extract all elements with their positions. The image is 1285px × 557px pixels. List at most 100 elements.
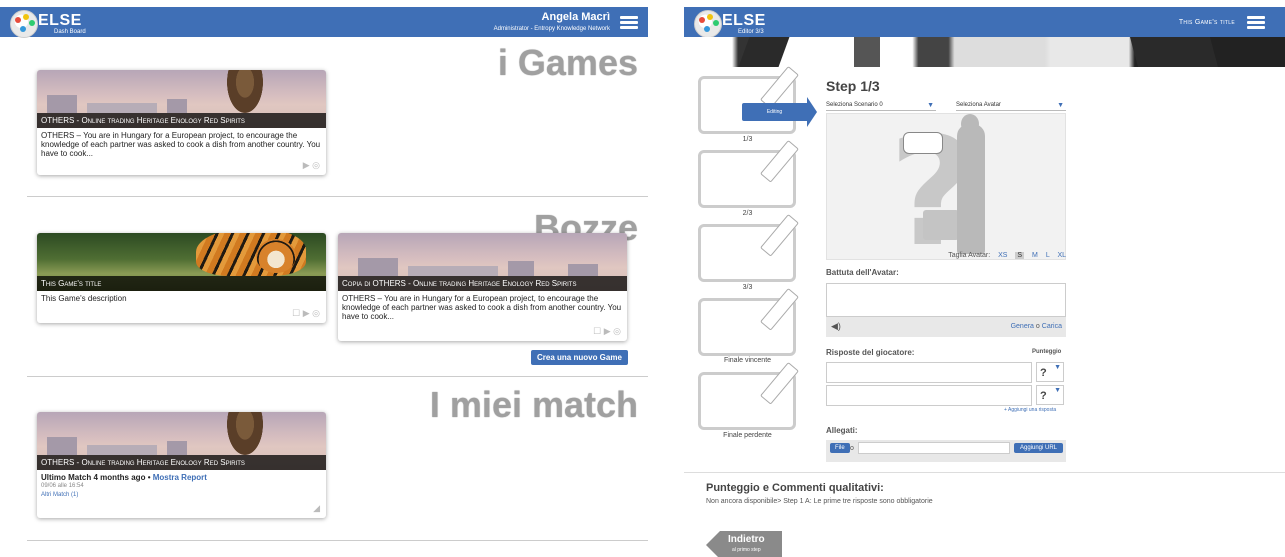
avatar-select[interactable]: Seleziona Avatar ▼: [956, 101, 1066, 111]
generate-upload-links: Genera o Carica: [1011, 323, 1062, 330]
back-button[interactable]: Indietro al primo step: [706, 531, 782, 557]
game-card-image: OTHERS - Online trading Heritage Enology…: [37, 70, 326, 128]
draft-card-image: Copia di OTHERS - Online trading Heritag…: [338, 233, 627, 291]
speech-bubble-icon[interactable]: [903, 132, 943, 154]
draft-card-image: This Game's title: [37, 233, 326, 291]
user-role: Administrator - Entropy Knowledge Networ…: [493, 26, 610, 32]
step-label-win: Finale vincente: [723, 357, 772, 364]
section-title-match: I miei match: [429, 384, 638, 425]
avatar-silhouette: [957, 124, 985, 254]
match-card-title: OTHERS - Online trading Heritage Enology…: [37, 455, 326, 470]
logo-badge-icon: [694, 10, 722, 38]
divider: [27, 196, 648, 197]
audio-bar: ◀) Genera o Carica: [826, 317, 1066, 337]
draft-card-description: This Game's description: [41, 294, 127, 303]
generate-link[interactable]: Genera: [1011, 323, 1034, 330]
play-icon[interactable]: ▶ ◎: [303, 160, 320, 171]
match-card-image: OTHERS - Online trading Heritage Enology…: [37, 412, 326, 470]
speaker-icon[interactable]: ◀): [831, 321, 841, 332]
divider: [684, 472, 1285, 473]
game-card-description: OTHERS – You are in Hungary for a Europe…: [41, 131, 321, 158]
score-select-2[interactable]: ? ▼: [1036, 385, 1064, 405]
draft-card[interactable]: This Game's title This Game's descriptio…: [37, 233, 326, 323]
attachments-label: Allegati:: [826, 426, 858, 435]
attachments-bar: File o Aggiungi URL: [826, 440, 1066, 462]
game-card-title: OTHERS - Online trading Heritage Enology…: [37, 113, 326, 128]
score-select-1[interactable]: ? ▼: [1036, 362, 1064, 382]
else-logo[interactable]: ELSE Dash Board: [10, 8, 90, 48]
chevron-down-icon: ▼: [927, 102, 934, 109]
score-value-2: ?: [1040, 390, 1047, 402]
avatar-size-row: Taglia Avatar: XS S M L XL: [826, 252, 1066, 259]
chevron-down-icon: ▼: [1054, 387, 1061, 394]
size-option-l[interactable]: L: [1046, 252, 1050, 259]
logo-badge-icon: [10, 10, 38, 38]
match-date: 09/06 alle 16:54: [41, 483, 84, 489]
step-thumbnail-win[interactable]: [698, 288, 799, 356]
draft-card-title: Copia di OTHERS - Online trading Heritag…: [338, 276, 627, 291]
add-response-link[interactable]: + Aggiungi una risposta: [1004, 407, 1056, 413]
step-thumbnail-lose[interactable]: [698, 362, 799, 430]
logo-name: ELSE: [722, 12, 766, 29]
upload-link[interactable]: Carica: [1042, 323, 1062, 330]
url-input[interactable]: [858, 442, 1010, 454]
step-thumbnail-3[interactable]: [698, 214, 799, 282]
score-label: Punteggio: [1032, 349, 1062, 355]
draft-card-description: OTHERS – You are in Hungary for a Europe…: [342, 294, 622, 321]
logo-name: ELSE: [38, 12, 82, 29]
game-title: This Game's title: [1178, 19, 1235, 26]
avatar-preview[interactable]: ?: [826, 113, 1066, 260]
step-label-lose: Finale perdente: [723, 432, 772, 439]
back-sublabel: al primo step: [732, 547, 761, 553]
avatar-line-label: Battuta dell'Avatar:: [826, 268, 899, 277]
avatar-select-value: Seleziona Avatar: [956, 102, 1001, 108]
editor-header: ELSE Editor 3/3 This Game's title: [684, 7, 1285, 38]
size-option-s[interactable]: S: [1015, 252, 1025, 259]
size-option-m[interactable]: M: [1032, 252, 1038, 259]
game-card[interactable]: OTHERS - Online trading Heritage Enology…: [37, 70, 326, 175]
avatar-size-label: Taglia Avatar:: [948, 252, 991, 259]
hamburger-menu-icon[interactable]: [620, 16, 638, 30]
step-label-1: 1/3: [742, 136, 753, 143]
chair-shape: [923, 210, 959, 240]
other-matches-link[interactable]: Altri Match (1): [41, 491, 322, 500]
logo-subtitle: Editor 3/3: [738, 29, 764, 35]
match-card[interactable]: OTHERS - Online trading Heritage Enology…: [37, 412, 326, 518]
edit-play-icons[interactable]: ☐ ▶ ◎: [593, 326, 621, 337]
step-heading: Step 1/3: [826, 78, 880, 94]
draft-card[interactable]: Copia di OTHERS - Online trading Heritag…: [338, 233, 627, 341]
scenario-select[interactable]: Seleziona Scenario 0 ▼: [826, 101, 936, 111]
response-textarea-1[interactable]: [826, 362, 1032, 383]
add-url-button[interactable]: Aggiungi URL: [1014, 443, 1064, 453]
user-name[interactable]: Angela Macrì: [542, 11, 610, 23]
back-label: Indietro: [728, 534, 765, 545]
dashboard-panel: ELSE Dash Board Angela Macrì Administrat…: [0, 0, 648, 557]
or-text: o: [850, 445, 854, 452]
chevron-down-icon: ▼: [1054, 364, 1061, 371]
score-value-1: ?: [1040, 367, 1047, 379]
comments-title: Punteggio e Commenti qualitativi:: [706, 482, 884, 494]
last-match-line: Ultimo Match 4 months ago • Mostra Repor…: [41, 473, 207, 482]
draft-card-title: This Game's title: [37, 276, 326, 291]
responses-label: Risposte del giocatore:: [826, 348, 915, 357]
header-banner-image: [684, 37, 1285, 67]
divider: [27, 540, 648, 541]
step-label-3: 3/3: [742, 284, 753, 291]
edit-play-icons[interactable]: ☐ ▶ ◎: [292, 308, 320, 319]
size-option-xs[interactable]: XS: [998, 252, 1007, 259]
file-button[interactable]: File: [830, 443, 850, 453]
show-report-link[interactable]: Mostra Report: [153, 473, 207, 482]
dashboard-header: ELSE Dash Board Angela Macrì Administrat…: [0, 7, 648, 38]
scenario-select-value: Seleziona Scenario 0: [826, 102, 883, 108]
response-textarea-2[interactable]: [826, 385, 1032, 406]
step-thumbnail-2[interactable]: [698, 140, 799, 208]
hamburger-menu-icon[interactable]: [1247, 16, 1265, 30]
avatar-line-textarea[interactable]: [826, 283, 1066, 317]
or-text: o: [1035, 323, 1040, 330]
create-game-button[interactable]: Crea una nuovo Game: [531, 350, 628, 365]
stats-icon[interactable]: ◢: [313, 503, 320, 514]
size-option-xl[interactable]: XL: [1057, 252, 1066, 259]
section-title-games: i Games: [497, 42, 638, 83]
step-label-2: 2/3: [742, 210, 753, 217]
editing-arrow-icon: [807, 97, 817, 127]
